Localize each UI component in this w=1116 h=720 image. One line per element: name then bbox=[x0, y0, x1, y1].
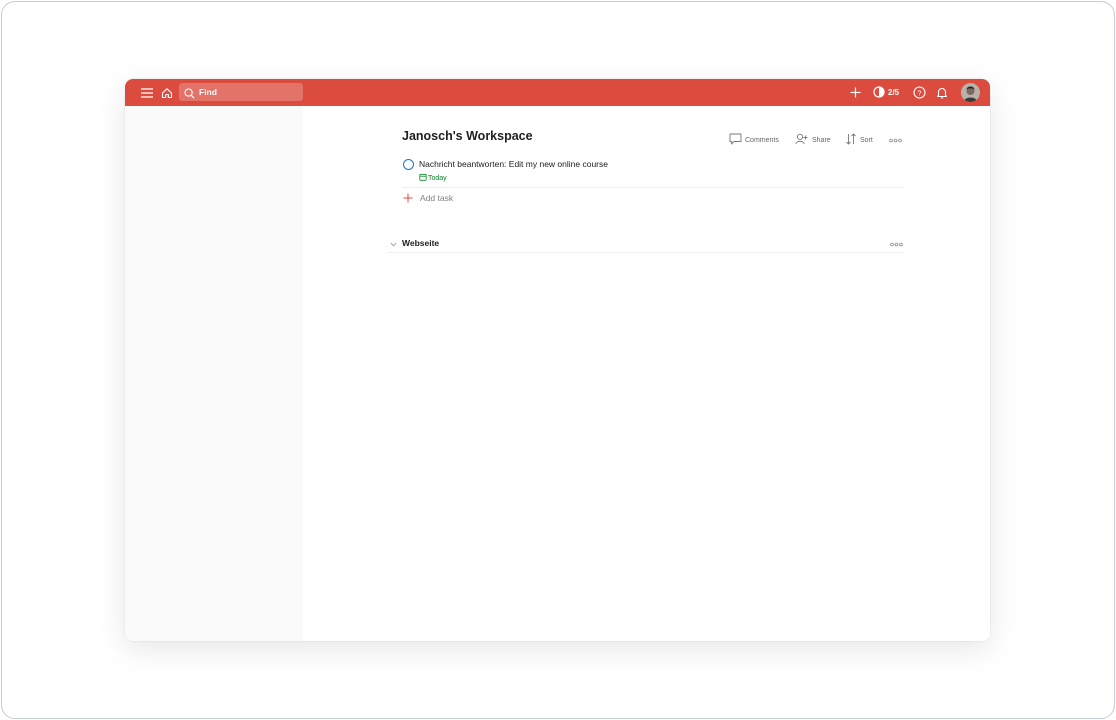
search-input[interactable] bbox=[199, 85, 299, 99]
search-icon bbox=[184, 86, 195, 104]
avatar[interactable] bbox=[961, 83, 980, 102]
plus-icon bbox=[402, 192, 414, 204]
comments-button[interactable]: Comments bbox=[729, 133, 779, 147]
sort-icon bbox=[845, 133, 857, 147]
home-icon[interactable] bbox=[158, 84, 175, 101]
share-button[interactable]: Share bbox=[795, 133, 831, 147]
due-label: Today bbox=[428, 174, 447, 182]
section-name[interactable]: Webseite bbox=[402, 238, 439, 248]
section-header: Webseite bbox=[388, 235, 903, 253]
productivity-button[interactable]: 2/5 bbox=[873, 85, 899, 100]
sort-button[interactable]: Sort bbox=[845, 133, 873, 147]
page-title: Janosch's Workspace bbox=[402, 129, 533, 143]
sort-label: Sort bbox=[860, 136, 873, 144]
bell-icon[interactable] bbox=[933, 84, 950, 101]
search-box[interactable] bbox=[179, 83, 303, 101]
svg-text:?: ? bbox=[917, 88, 921, 97]
productivity-count: 2/5 bbox=[888, 88, 900, 97]
add-person-icon bbox=[795, 133, 809, 147]
help-icon[interactable]: ? bbox=[911, 84, 928, 101]
comments-label: Comments bbox=[745, 136, 779, 144]
productivity-icon bbox=[873, 85, 885, 100]
calendar-icon bbox=[419, 173, 427, 183]
add-icon[interactable] bbox=[847, 84, 864, 101]
more-icon[interactable] bbox=[888, 136, 902, 144]
top-bar: 2/5 ? bbox=[125, 79, 990, 106]
add-task-label: Add task bbox=[420, 193, 454, 203]
todoist-window: 2/5 ? Janosch's Workspace Comments Share bbox=[125, 79, 990, 641]
main-content: Janosch's Workspace Comments Share Sort … bbox=[303, 106, 990, 641]
menu-icon[interactable] bbox=[138, 84, 155, 101]
task-content[interactable]: Nachricht beantworten: Edit my new onlin… bbox=[419, 159, 608, 169]
share-label: Share bbox=[812, 136, 831, 144]
chevron-down-icon[interactable] bbox=[388, 239, 398, 249]
sidebar bbox=[125, 106, 303, 641]
more-icon[interactable] bbox=[889, 240, 903, 248]
add-task-button[interactable]: Add task bbox=[402, 191, 453, 205]
task-item: Nachricht beantworten: Edit my new onlin… bbox=[402, 152, 903, 188]
sidebar-item-inbox[interactable] bbox=[135, 106, 300, 126]
comment-icon bbox=[729, 133, 742, 147]
task-due-date[interactable]: Today bbox=[419, 173, 447, 183]
task-checkbox[interactable] bbox=[403, 159, 414, 170]
